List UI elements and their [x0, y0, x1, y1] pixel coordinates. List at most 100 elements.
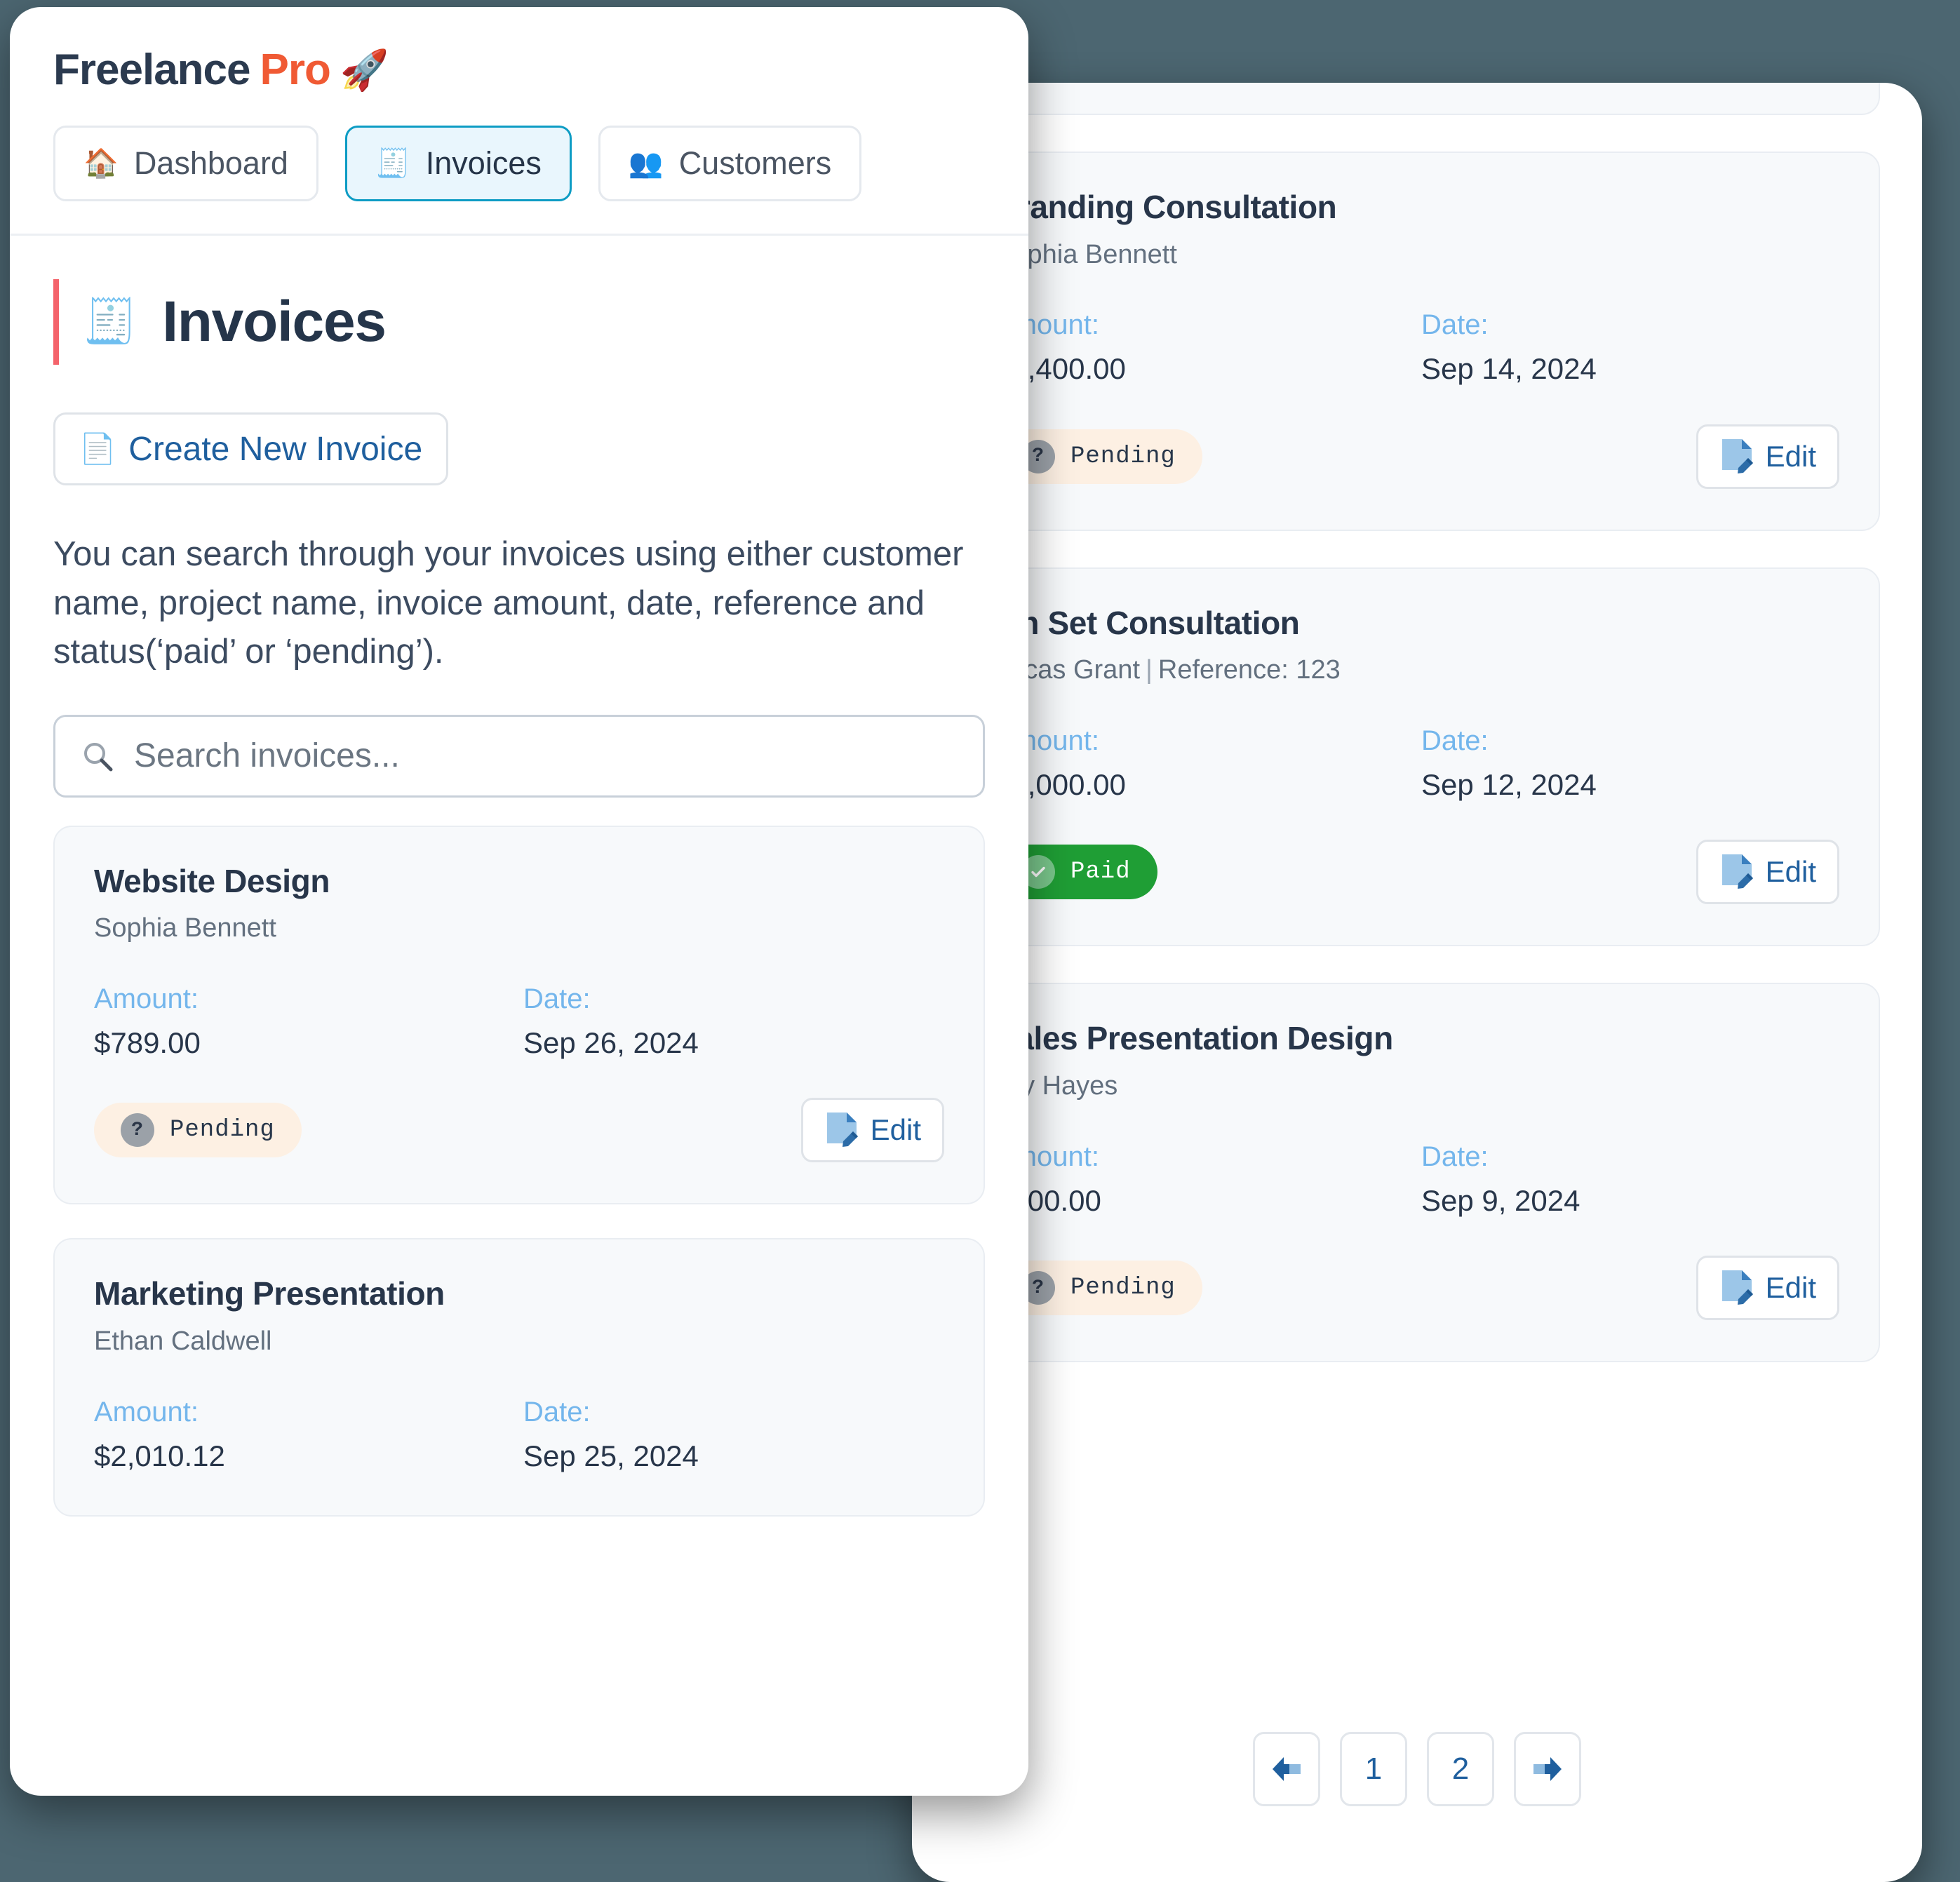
page-content: 🧾 Invoices 📄 Create New Invoice You can … — [10, 236, 1028, 1517]
invoice-meta-row: Amount: $500.00 Date: Sep 9, 2024 — [995, 1139, 1839, 1220]
edit-button-label: Edit — [1765, 855, 1816, 889]
invoice-card[interactable]: Website Design Sophia Bennett Amount: $7… — [53, 825, 985, 1205]
date-label: Date: — [1421, 309, 1489, 341]
edit-document-icon — [1719, 438, 1756, 476]
reference-prefix: Reference: — [1157, 655, 1296, 685]
invoice-amount-block: Amount: $2,010.12 — [94, 1394, 523, 1475]
pagination-next-button[interactable] — [1514, 1732, 1581, 1806]
invoice-project-name: Branding Consultation — [995, 189, 1337, 225]
separator-pipe: | — [1146, 655, 1153, 685]
invoice-list: Website Design Sophia Bennett Amount: $7… — [53, 825, 985, 1517]
invoice-card[interactable]: Marketing Presentation Ethan Caldwell Am… — [53, 1238, 985, 1517]
invoice-amount-value: $1,400.00 — [995, 352, 1126, 386]
nav-item-dashboard-label: Dashboard — [133, 145, 288, 181]
invoice-project-name: Marketing Presentation — [94, 1275, 445, 1312]
invoices-main-panel: Freelance Pro 🚀 🏠 Dashboard 🧾 Invoices 👥 … — [10, 7, 1028, 1796]
edit-document-icon — [824, 1111, 861, 1149]
pagination: 1 2 — [912, 1732, 1922, 1806]
brand-name-primary: Freelance — [53, 46, 251, 94]
invoice-amount-value: $500.00 — [995, 1183, 1101, 1217]
invoice-amount-block: Amount: $789.00 — [94, 981, 523, 1062]
edit-invoice-button[interactable]: Edit — [800, 1098, 944, 1163]
status-badge-label: Paid — [1070, 859, 1131, 886]
invoice-customer-name: Lily Hayes — [995, 1070, 1118, 1101]
invoice-date-block: Date: Sep 12, 2024 — [1421, 723, 1839, 804]
arrow-left-icon — [1273, 1757, 1301, 1781]
invoice-card[interactable]: On Set Consultation Lucas Grant | Referenc… — [954, 567, 1880, 947]
invoice-amount-block: Amount: $500.00 — [995, 1139, 1421, 1220]
search-input[interactable] — [134, 737, 958, 776]
invoice-project-name: On Set Consultation — [995, 604, 1300, 641]
invoices-results-panel: Branding Consultation Sophia Bennett Amo… — [912, 83, 1922, 1882]
date-label: Date: — [1421, 725, 1489, 756]
invoice-date-value: Sep 25, 2024 — [523, 1439, 699, 1472]
invoice-meta-row: Amount: $5,000.00 Date: Sep 12, 2024 — [995, 723, 1839, 804]
nav-item-customers-label: Customers — [678, 145, 832, 181]
invoice-cards-scroll-area[interactable]: Branding Consultation Sophia Bennett Amo… — [912, 83, 1922, 1675]
rocket-icon: 🚀 — [340, 47, 389, 92]
invoice-action-row: ? Pending Edit — [94, 1098, 944, 1163]
edit-button-label: Edit — [1765, 1271, 1816, 1305]
nav-item-invoices[interactable]: 🧾 Invoices — [344, 126, 572, 201]
invoice-amount-block: Amount: $5,000.00 — [995, 723, 1421, 804]
status-badge-label: Pending — [1070, 1275, 1176, 1302]
invoice-meta-row: Amount: $789.00 Date: Sep 26, 2024 — [94, 981, 944, 1062]
invoice-customer-name: Sophia Bennett — [995, 239, 1177, 269]
invoice-date-block: Date: Sep 9, 2024 — [1421, 1139, 1839, 1220]
edit-document-icon — [1719, 853, 1756, 891]
date-label: Date: — [523, 1396, 591, 1427]
invoice-date-value: Sep 9, 2024 — [1421, 1183, 1580, 1217]
pagination-page-2-button[interactable]: 2 — [1427, 1732, 1494, 1806]
create-new-invoice-label: Create New Invoice — [128, 430, 423, 468]
home-icon: 🏠 — [83, 148, 119, 179]
status-badge-label: Pending — [1070, 443, 1176, 470]
brand-name-secondary: Pro — [260, 46, 331, 94]
edit-invoice-button[interactable]: Edit — [1696, 1256, 1839, 1321]
amount-label: Amount: — [94, 983, 199, 1014]
invoice-action-row: Paid Edit — [995, 840, 1839, 905]
main-navigation: 🏠 Dashboard 🧾 Invoices 👥 Customers — [10, 95, 1028, 236]
search-help-text: You can search through your invoices usi… — [53, 535, 964, 671]
question-mark-icon: ? — [121, 1113, 154, 1148]
invoice-meta-row: Amount: $2,010.12 Date: Sep 25, 2024 — [94, 1394, 944, 1475]
invoice-customer-name: Sophia Bennett — [94, 913, 276, 943]
nav-item-customers[interactable]: 👥 Customers — [598, 126, 862, 201]
invoice-customer-name: Ethan Caldwell — [94, 1326, 272, 1357]
search-field[interactable] — [53, 714, 985, 798]
invoice-date-block: Date: Sep 25, 2024 — [523, 1394, 944, 1475]
date-label: Date: — [1421, 1141, 1489, 1172]
pagination-page-1-button[interactable]: 1 — [1340, 1732, 1407, 1806]
date-label: Date: — [523, 983, 591, 1014]
invoice-amount-value: $5,000.00 — [995, 767, 1126, 801]
pagination-prev-button[interactable] — [1253, 1732, 1320, 1806]
invoice-date-block: Date: Sep 14, 2024 — [1421, 307, 1839, 388]
invoice-date-value: Sep 14, 2024 — [1421, 352, 1597, 386]
amount-label: Amount: — [995, 725, 1099, 756]
edit-document-icon — [1719, 1269, 1756, 1307]
edit-button-label: Edit — [870, 1113, 921, 1147]
invoice-card[interactable]: Sales Presentation Design Lily Hayes Amo… — [954, 983, 1880, 1363]
invoice-document-icon: 🧾 — [375, 148, 410, 179]
invoice-date-value: Sep 12, 2024 — [1421, 767, 1597, 801]
edit-invoice-button[interactable]: Edit — [1696, 840, 1839, 905]
screen: Branding Consultation Sophia Bennett Amo… — [0, 0, 1960, 1882]
edit-button-label: Edit — [1765, 439, 1816, 473]
arrow-right-icon — [1533, 1757, 1562, 1781]
status-badge-label: Pending — [170, 1117, 275, 1144]
nav-item-invoices-label: Invoices — [425, 145, 542, 181]
people-icon: 👥 — [628, 148, 664, 179]
invoice-card[interactable]: Branding Consultation Sophia Bennett Amo… — [954, 152, 1880, 531]
invoice-customer-name: Lucas Grant | Reference: 123 — [995, 654, 1839, 687]
invoice-amount-value: $789.00 — [94, 1026, 201, 1059]
invoice-action-row: ? Pending Edit — [995, 424, 1839, 489]
invoice-card-clipped[interactable] — [954, 83, 1880, 115]
invoice-action-row: ? Pending Edit — [995, 1256, 1839, 1321]
amount-label: Amount: — [995, 309, 1099, 341]
invoice-project-name: Website Design — [94, 862, 330, 899]
invoice-document-icon: 🧾 — [83, 297, 137, 346]
amount-label: Amount: — [94, 1396, 199, 1427]
edit-invoice-button[interactable]: Edit — [1696, 424, 1839, 489]
create-new-invoice-button[interactable]: 📄 Create New Invoice — [53, 412, 449, 485]
invoice-date-block: Date: Sep 26, 2024 — [523, 981, 944, 1062]
nav-item-dashboard[interactable]: 🏠 Dashboard — [53, 126, 318, 201]
